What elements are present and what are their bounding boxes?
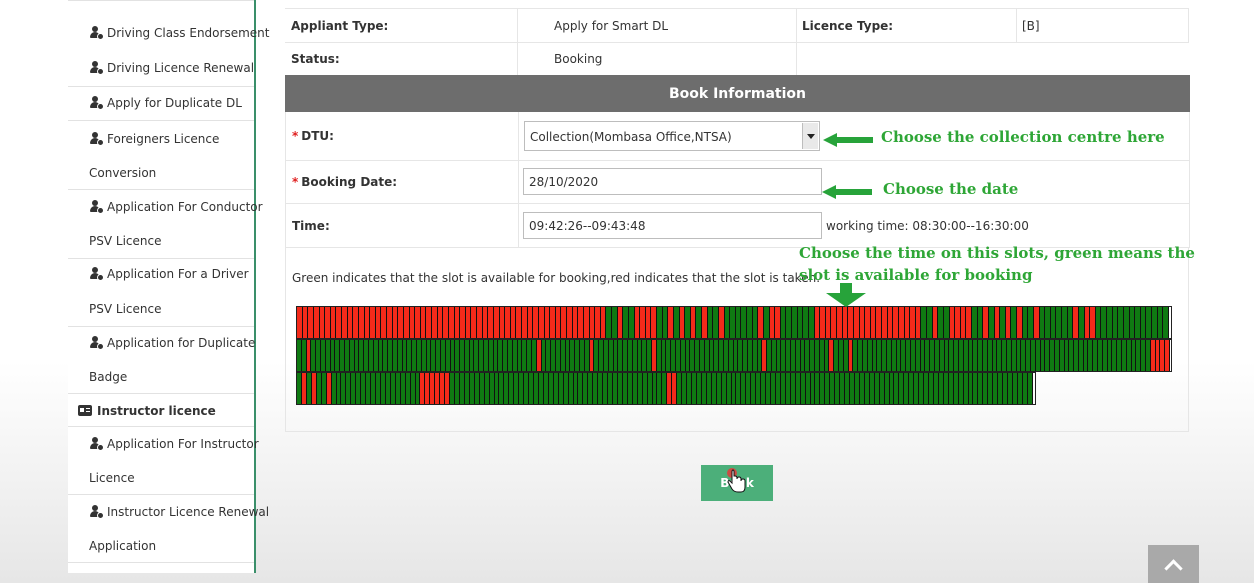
slot-row bbox=[296, 339, 1172, 372]
chevron-up-icon bbox=[1164, 558, 1183, 578]
sidebar-item-label: Application For Instructor bbox=[107, 437, 259, 451]
chevron-down-icon[interactable] bbox=[802, 123, 818, 149]
applicant-type-value: Apply for Smart DL bbox=[554, 18, 669, 33]
annotation-arrow bbox=[822, 185, 872, 199]
annotation-date: Choose the date bbox=[883, 180, 1019, 198]
sidebar-item-foreigners-licence[interactable]: Foreigners Licence Conversion bbox=[68, 120, 254, 189]
booking-date-input[interactable] bbox=[523, 168, 822, 195]
dtu-label: * DTU: bbox=[286, 112, 518, 160]
sidebar-item-conductor-psv[interactable]: Application For Conductor PSV Licence bbox=[68, 189, 263, 258]
sidebar-item-label: Application For Conductor bbox=[107, 200, 263, 214]
info-row-status: Status: Booking bbox=[285, 42, 1189, 76]
status-value: Booking bbox=[554, 51, 603, 66]
user-settings-icon bbox=[89, 26, 104, 40]
user-settings-icon bbox=[89, 200, 104, 214]
sidebar-item-label: Driving Class Endorsement bbox=[107, 26, 270, 40]
sidebar-section-label: Instructor licence bbox=[97, 404, 216, 418]
licence-type-value: [B] bbox=[1022, 18, 1040, 33]
time-input[interactable] bbox=[523, 212, 822, 239]
id-card-icon bbox=[78, 405, 92, 416]
sidebar-item-label-cont: Application bbox=[89, 539, 157, 553]
user-settings-icon bbox=[89, 505, 104, 519]
time-label: Time: bbox=[292, 218, 330, 233]
sidebar-item-label: Foreigners Licence bbox=[107, 132, 220, 146]
required-asterisk: * bbox=[292, 175, 299, 189]
dtu-selected-value: Collection(Mombasa Office,NTSA) bbox=[530, 130, 732, 144]
sidebar-item-label: Application For a Driver bbox=[107, 267, 249, 281]
sidebar-divider bbox=[68, 393, 254, 394]
status-label: Status: bbox=[291, 51, 340, 66]
dtu-select[interactable]: Collection(Mombasa Office,NTSA) bbox=[524, 121, 820, 151]
scroll-to-top-button[interactable] bbox=[1148, 545, 1199, 583]
hand-cursor-icon bbox=[727, 468, 746, 493]
slot-row bbox=[296, 306, 1172, 339]
annotation-arrow-down bbox=[826, 283, 866, 307]
sidebar-item-label: Apply for Duplicate DL bbox=[107, 96, 242, 110]
time-row: Time: working time: 08:30:00--16:30:00 bbox=[285, 204, 1190, 248]
sidebar-item-driving-class-endorsement[interactable]: Driving Class Endorsement bbox=[68, 0, 269, 50]
sidebar-divider bbox=[68, 562, 254, 563]
slot-row bbox=[296, 372, 1036, 405]
time-slot-taken[interactable] bbox=[1165, 340, 1171, 371]
sidebar-item-label: Application for Duplicate bbox=[107, 336, 256, 350]
sidebar-item-label: Instructor Licence Renewal bbox=[107, 505, 270, 519]
sidebar-item-label-cont: Conversion bbox=[89, 166, 157, 180]
sidebar-item-label-cont: Licence bbox=[89, 471, 135, 485]
working-time: working time: 08:30:00--16:30:00 bbox=[826, 218, 1029, 233]
annotation-time-2: slot is available for booking bbox=[799, 266, 1033, 284]
booking-date-label: * Booking Date: bbox=[286, 161, 518, 203]
booking-date-label-text: Booking Date: bbox=[301, 175, 398, 189]
sidebar-item-driver-psv[interactable]: Application For a Driver PSV Licence bbox=[68, 258, 254, 326]
book-information-header: Book Information bbox=[285, 75, 1190, 112]
sidebar-item-label-cont: PSV Licence bbox=[89, 302, 162, 316]
info-row-applicant: Appliant Type: Apply for Smart DL Licenc… bbox=[285, 8, 1189, 43]
applicant-type-label: Appliant Type: bbox=[291, 18, 389, 33]
required-asterisk: * bbox=[292, 129, 299, 143]
user-settings-icon bbox=[89, 132, 104, 146]
booking-date-row: * Booking Date: bbox=[285, 161, 1190, 204]
sidebar-item-label: Driving Licence Renewal bbox=[107, 61, 255, 75]
sidebar-section-instructor[interactable]: Instructor licence bbox=[78, 404, 216, 418]
slot-legend-text: Green indicates that the slot is availab… bbox=[292, 271, 821, 285]
user-settings-icon bbox=[89, 267, 104, 281]
sidebar-item-driving-licence-renewal[interactable]: Driving Licence Renewal bbox=[68, 50, 254, 86]
sidebar-item-duplicate-badge[interactable]: Application for Duplicate Badge bbox=[68, 326, 256, 393]
user-settings-icon bbox=[89, 61, 104, 75]
user-settings-icon bbox=[89, 437, 104, 451]
sidebar-item-label-cont: Badge bbox=[89, 370, 128, 384]
sidebar-item-instructor-renewal[interactable]: Instructor Licence Renewal Application bbox=[68, 494, 269, 562]
annotation-time-1: Choose the time on this slots, green mea… bbox=[799, 244, 1195, 262]
time-slots-panel: Green indicates that the slot is availab… bbox=[285, 248, 1189, 432]
sidebar: Driving Class Endorsement Driving Licenc… bbox=[68, 0, 269, 573]
time-slot-available[interactable] bbox=[1163, 307, 1169, 338]
time-slot-available[interactable] bbox=[1027, 373, 1033, 404]
sidebar-item-duplicate-dl[interactable]: Apply for Duplicate DL bbox=[68, 86, 254, 120]
dtu-label-text: DTU: bbox=[301, 129, 334, 143]
annotation-arrow bbox=[823, 133, 873, 147]
user-settings-icon bbox=[89, 96, 104, 110]
annotation-collection: Choose the collection centre here bbox=[881, 128, 1165, 146]
licence-type-label: Licence Type: bbox=[802, 18, 894, 33]
user-settings-icon bbox=[89, 336, 104, 350]
sidebar-item-instructor-licence[interactable]: Application For Instructor Licence bbox=[68, 426, 259, 494]
sidebar-item-label-cont: PSV Licence bbox=[89, 234, 162, 248]
